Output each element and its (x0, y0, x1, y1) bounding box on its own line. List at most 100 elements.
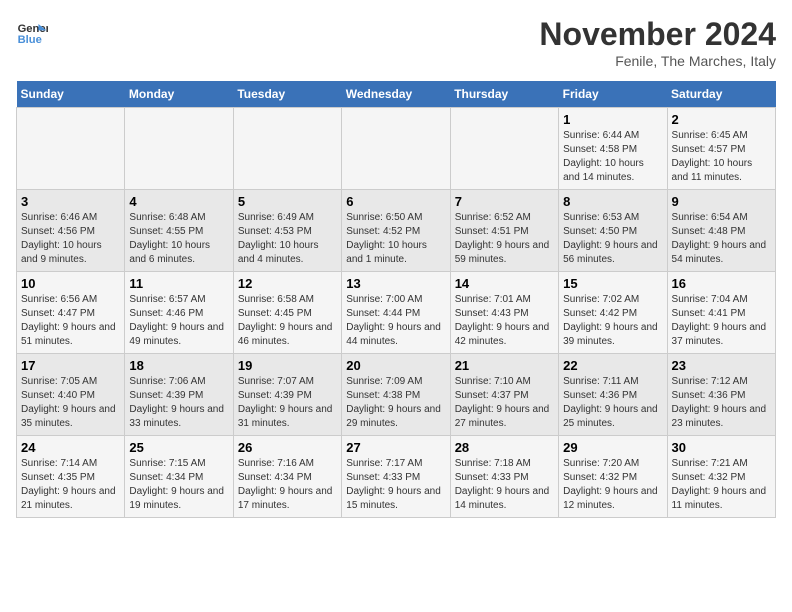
day-number: 6 (346, 194, 445, 209)
calendar-cell: 25Sunrise: 7:15 AM Sunset: 4:34 PM Dayli… (125, 436, 233, 518)
day-info: Sunrise: 7:00 AM Sunset: 4:44 PM Dayligh… (346, 293, 445, 349)
day-number: 1 (563, 112, 662, 127)
day-number: 12 (238, 276, 337, 291)
day-info: Sunrise: 7:05 AM Sunset: 4:40 PM Dayligh… (21, 375, 120, 431)
day-info: Sunrise: 7:02 AM Sunset: 4:42 PM Dayligh… (563, 293, 662, 349)
day-number: 10 (21, 276, 120, 291)
day-number: 13 (346, 276, 445, 291)
calendar-cell: 18 Sunrise: 7:06 AM Sunset: 4:39 PM Dayli… (125, 354, 233, 436)
calendar-cell: 9 Sunrise: 6:54 AM Sunset: 4:48 PM Daylig… (667, 190, 775, 272)
day-info: Sunrise: 6:58 AM Sunset: 4:45 PM Dayligh… (238, 293, 337, 349)
day-number: 11 (129, 276, 228, 291)
calendar-cell: 27Sunrise: 7:17 AM Sunset: 4:33 PM Dayli… (342, 436, 450, 518)
calendar-cell: 13 Sunrise: 7:00 AM Sunset: 4:44 PM Dayli… (342, 272, 450, 354)
calendar-header-row: SundayMondayTuesdayWednesdayThursdayFrid… (17, 81, 776, 108)
day-number: 26 (238, 440, 337, 455)
day-number: 22 (563, 358, 662, 373)
day-info: Sunrise: 7:16 AM Sunset: 4:34 PM Dayligh… (238, 457, 337, 513)
header-sunday: Sunday (17, 81, 125, 108)
day-info: Sunrise: 6:45 AM Sunset: 4:57 PM Dayligh… (672, 129, 771, 185)
logo-icon: General Blue (16, 16, 48, 48)
calendar-cell: 16 Sunrise: 7:04 AM Sunset: 4:41 PM Dayli… (667, 272, 775, 354)
day-info: Sunrise: 7:04 AM Sunset: 4:41 PM Dayligh… (672, 293, 771, 349)
calendar-cell: 5 Sunrise: 6:49 AM Sunset: 4:53 PM Daylig… (233, 190, 341, 272)
day-info: Sunrise: 6:46 AM Sunset: 4:56 PM Dayligh… (21, 211, 120, 267)
day-info: Sunrise: 7:06 AM Sunset: 4:39 PM Dayligh… (129, 375, 228, 431)
day-info: Sunrise: 7:10 AM Sunset: 4:37 PM Dayligh… (455, 375, 554, 431)
day-info: Sunrise: 7:14 AM Sunset: 4:35 PM Dayligh… (21, 457, 120, 513)
day-number: 14 (455, 276, 554, 291)
month-title: November 2024 (539, 16, 776, 53)
day-number: 15 (563, 276, 662, 291)
day-info: Sunrise: 6:56 AM Sunset: 4:47 PM Dayligh… (21, 293, 120, 349)
calendar-cell: 2 Sunrise: 6:45 AM Sunset: 4:57 PM Daylig… (667, 108, 775, 190)
day-number: 30 (672, 440, 771, 455)
calendar-cell (17, 108, 125, 190)
header-saturday: Saturday (667, 81, 775, 108)
day-number: 16 (672, 276, 771, 291)
calendar-cell: 30 Sunrise: 7:21 AM Sunset: 4:32 PM Dayli… (667, 436, 775, 518)
svg-text:Blue: Blue (18, 34, 42, 46)
day-number: 5 (238, 194, 337, 209)
location-subtitle: Fenile, The Marches, Italy (539, 53, 776, 69)
day-info: Sunrise: 7:01 AM Sunset: 4:43 PM Dayligh… (455, 293, 554, 349)
day-number: 29 (563, 440, 662, 455)
calendar-cell: 23 Sunrise: 7:12 AM Sunset: 4:36 PM Dayli… (667, 354, 775, 436)
day-info: Sunrise: 7:11 AM Sunset: 4:36 PM Dayligh… (563, 375, 662, 431)
day-number: 7 (455, 194, 554, 209)
header-friday: Friday (559, 81, 667, 108)
day-number: 28 (455, 440, 554, 455)
day-number: 2 (672, 112, 771, 127)
calendar-cell (125, 108, 233, 190)
calendar-week-5: 24 Sunrise: 7:14 AM Sunset: 4:35 PM Dayli… (17, 436, 776, 518)
day-info: Sunrise: 7:21 AM Sunset: 4:32 PM Dayligh… (672, 457, 771, 513)
day-info: Sunrise: 6:54 AM Sunset: 4:48 PM Dayligh… (672, 211, 771, 267)
day-info: Sunrise: 7:18 AM Sunset: 4:33 PM Dayligh… (455, 457, 554, 513)
day-number: 18 (129, 358, 228, 373)
day-info: Sunrise: 6:52 AM Sunset: 4:51 PM Dayligh… (455, 211, 554, 267)
day-info: Sunrise: 6:53 AM Sunset: 4:50 PM Dayligh… (563, 211, 662, 267)
day-number: 24 (21, 440, 120, 455)
day-number: 9 (672, 194, 771, 209)
calendar-week-3: 10 Sunrise: 6:56 AM Sunset: 4:47 PM Dayli… (17, 272, 776, 354)
day-info: Sunrise: 7:20 AM Sunset: 4:32 PM Dayligh… (563, 457, 662, 513)
day-info: Sunrise: 7:09 AM Sunset: 4:38 PM Dayligh… (346, 375, 445, 431)
header-tuesday: Tuesday (233, 81, 341, 108)
calendar-cell: 6 Sunrise: 6:50 AM Sunset: 4:52 PM Daylig… (342, 190, 450, 272)
calendar-cell: 28 Sunrise: 7:18 AM Sunset: 4:33 PM Dayli… (450, 436, 558, 518)
day-info: Sunrise: 6:57 AM Sunset: 4:46 PM Dayligh… (129, 293, 228, 349)
day-info: Sunrise: 7:12 AM Sunset: 4:36 PM Dayligh… (672, 375, 771, 431)
day-number: 3 (21, 194, 120, 209)
calendar-cell: 10 Sunrise: 6:56 AM Sunset: 4:47 PM Dayli… (17, 272, 125, 354)
day-number: 17 (21, 358, 120, 373)
calendar-cell (450, 108, 558, 190)
header-thursday: Thursday (450, 81, 558, 108)
page-header: General Blue November 2024 Fenile, The M… (16, 16, 776, 69)
calendar-cell (233, 108, 341, 190)
day-info: Sunrise: 6:48 AM Sunset: 4:55 PM Dayligh… (129, 211, 228, 267)
header-wednesday: Wednesday (342, 81, 450, 108)
calendar-cell: 4Sunrise: 6:48 AM Sunset: 4:55 PM Daylig… (125, 190, 233, 272)
calendar-week-1: 1 Sunrise: 6:44 AM Sunset: 4:58 PM Daylig… (17, 108, 776, 190)
calendar-cell: 26 Sunrise: 7:16 AM Sunset: 4:34 PM Dayli… (233, 436, 341, 518)
calendar-cell: 20Sunrise: 7:09 AM Sunset: 4:38 PM Dayli… (342, 354, 450, 436)
calendar-cell: 11 Sunrise: 6:57 AM Sunset: 4:46 PM Dayli… (125, 272, 233, 354)
calendar-cell: 17 Sunrise: 7:05 AM Sunset: 4:40 PM Dayli… (17, 354, 125, 436)
calendar-cell: 21 Sunrise: 7:10 AM Sunset: 4:37 PM Dayli… (450, 354, 558, 436)
header-monday: Monday (125, 81, 233, 108)
calendar-cell: 12 Sunrise: 6:58 AM Sunset: 4:45 PM Dayli… (233, 272, 341, 354)
day-info: Sunrise: 6:44 AM Sunset: 4:58 PM Dayligh… (563, 129, 662, 185)
calendar-cell (342, 108, 450, 190)
day-info: Sunrise: 6:50 AM Sunset: 4:52 PM Dayligh… (346, 211, 445, 267)
logo: General Blue (16, 16, 48, 48)
title-area: November 2024 Fenile, The Marches, Italy (539, 16, 776, 69)
day-number: 8 (563, 194, 662, 209)
day-number: 19 (238, 358, 337, 373)
calendar-cell: 7 Sunrise: 6:52 AM Sunset: 4:51 PM Daylig… (450, 190, 558, 272)
calendar-cell: 1 Sunrise: 6:44 AM Sunset: 4:58 PM Daylig… (559, 108, 667, 190)
day-number: 21 (455, 358, 554, 373)
calendar-cell: 24 Sunrise: 7:14 AM Sunset: 4:35 PM Dayli… (17, 436, 125, 518)
day-info: Sunrise: 6:49 AM Sunset: 4:53 PM Dayligh… (238, 211, 337, 267)
day-number: 23 (672, 358, 771, 373)
day-info: Sunrise: 7:15 AM Sunset: 4:34 PM Dayligh… (129, 457, 228, 513)
